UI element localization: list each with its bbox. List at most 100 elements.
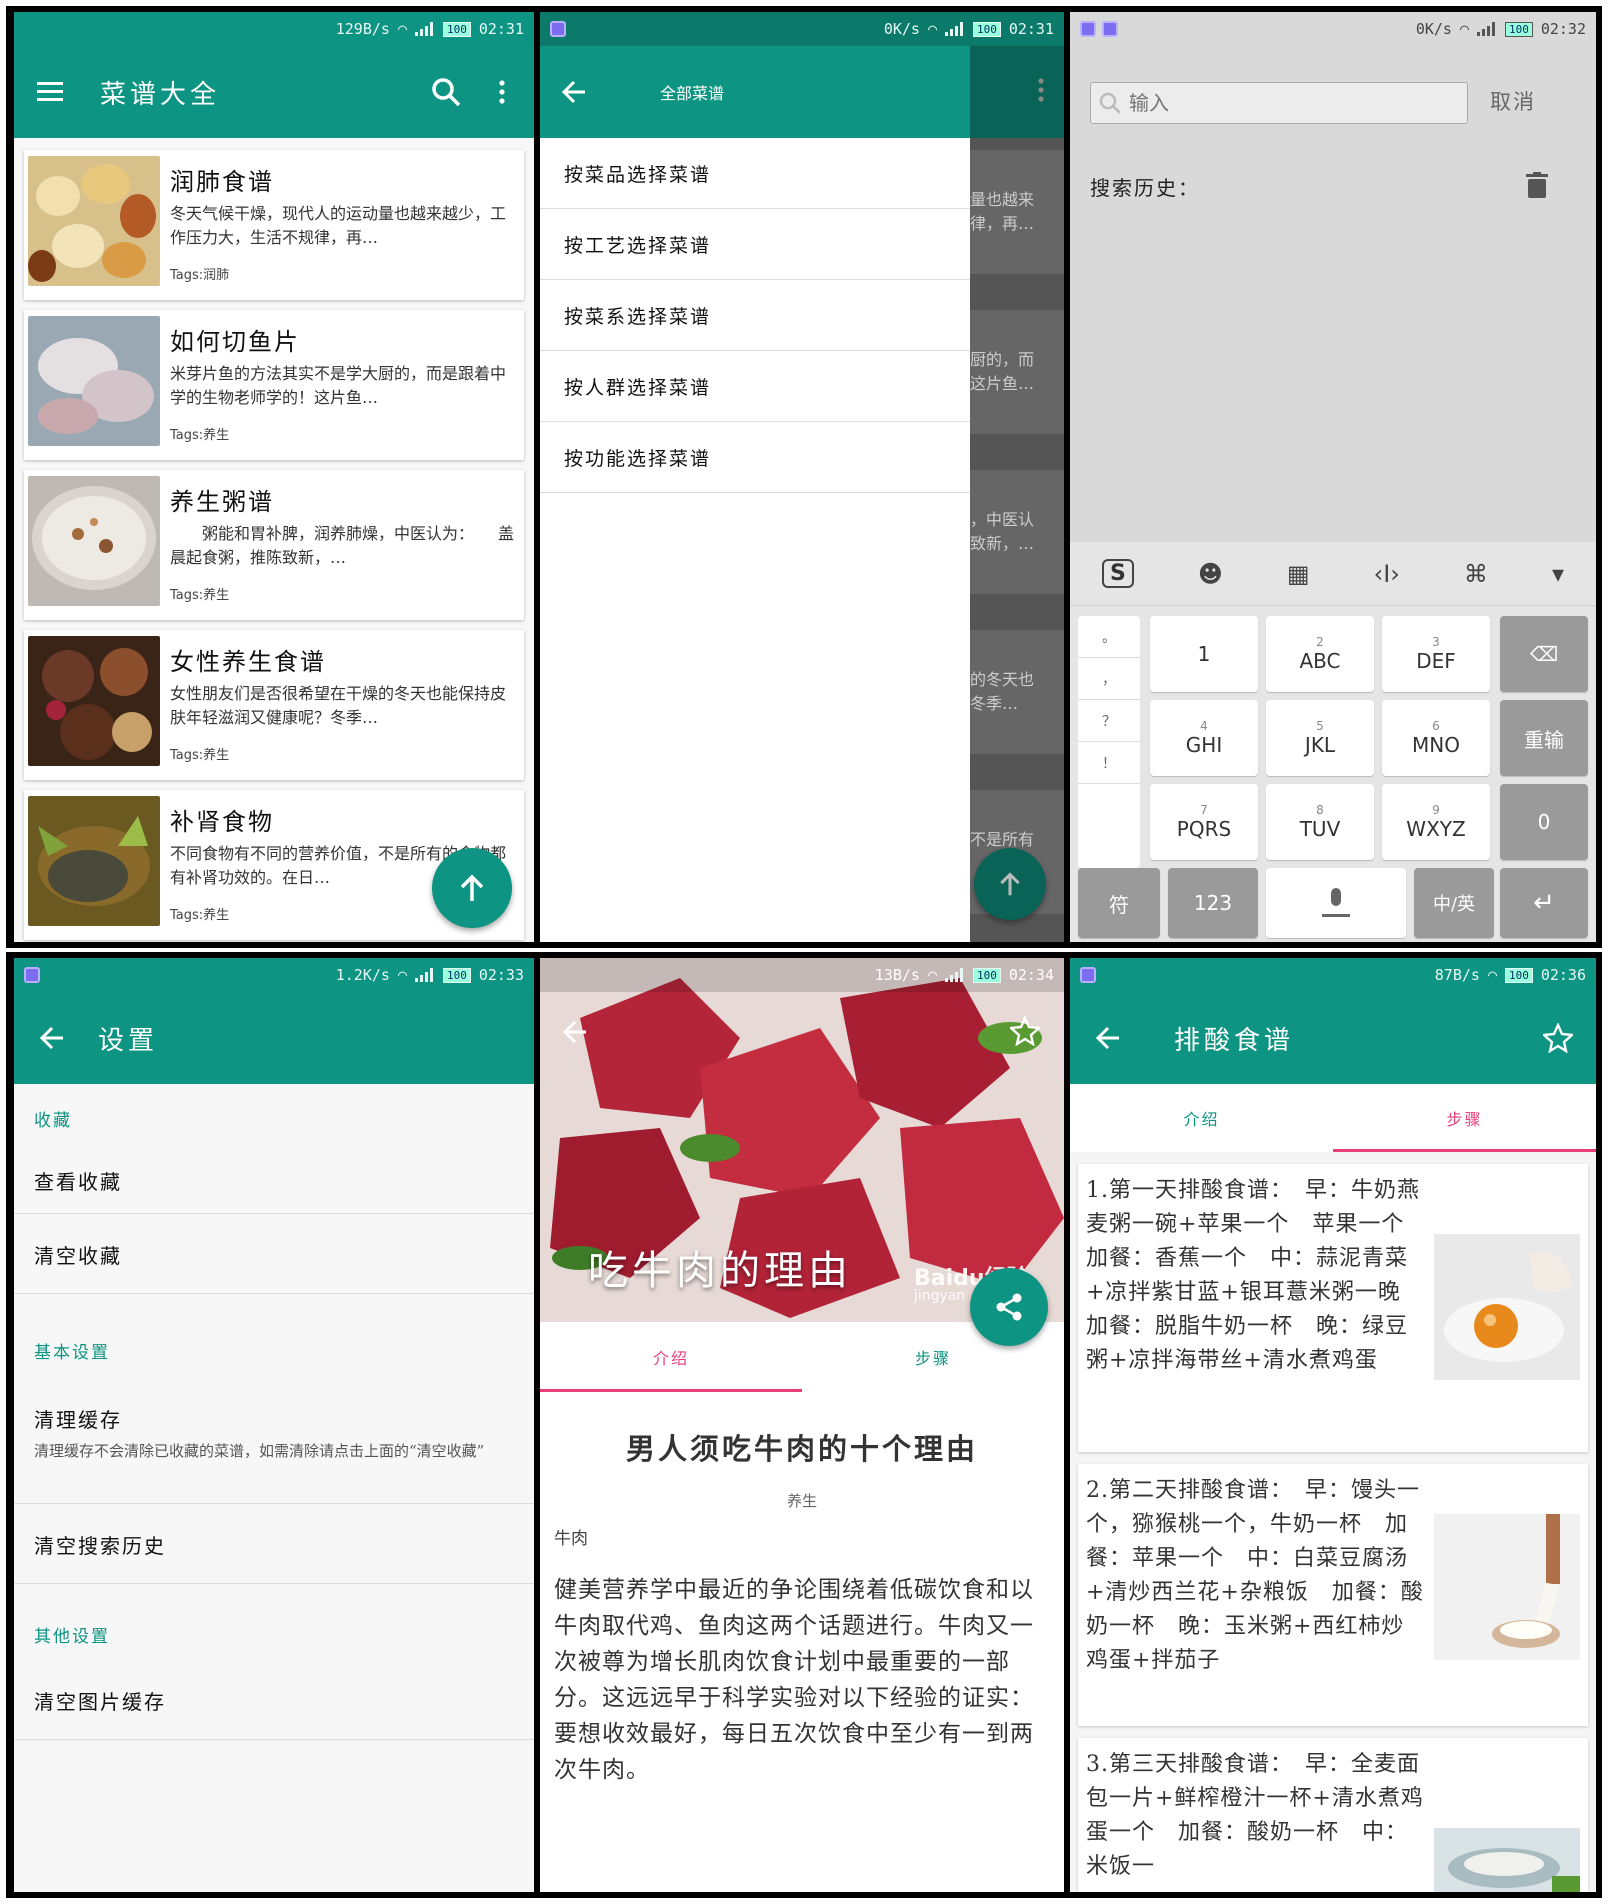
key-1[interactable]: 1 — [1150, 616, 1258, 692]
back-arrow-icon[interactable] — [546, 64, 602, 120]
key-6[interactable]: 6 MNO — [1382, 700, 1490, 776]
recipe-card[interactable]: 如何切鱼片 米芽片鱼的方法其实不是学大厨的，而是跟着中学的生物老师学的！这片鱼…… — [24, 310, 524, 460]
view-favorites-item[interactable]: 查看收藏 — [14, 1142, 534, 1214]
clear-image-cache-item[interactable]: 清空图片缓存 — [14, 1658, 534, 1740]
collapse-icon[interactable]: ▾ — [1552, 560, 1564, 588]
menu-item-by-dish[interactable]: 按菜品选择菜谱 — [540, 138, 970, 209]
clear-search-history-item[interactable]: 清空搜索历史 — [14, 1504, 534, 1584]
key-3[interactable]: 3 DEF — [1382, 616, 1490, 692]
section-favorites: 收藏 — [34, 1111, 72, 1131]
tab-steps[interactable]: 步骤 — [802, 1322, 1064, 1392]
search-field[interactable] — [1090, 82, 1468, 124]
recipe-title: 如何切鱼片 — [170, 328, 300, 356]
wifi-icon: ◠ — [1487, 966, 1497, 984]
clear-favorites-item[interactable]: 清空收藏 — [14, 1214, 534, 1294]
tab-intro[interactable]: 介绍 — [540, 1322, 802, 1392]
search-icon[interactable] — [418, 64, 474, 120]
key-2[interactable]: 2 ABC — [1266, 616, 1374, 692]
recipe-title: 养生粥谱 — [170, 488, 274, 516]
lang-switch-key[interactable]: 中/英 — [1414, 868, 1494, 938]
wifi-icon: ◠ — [397, 20, 407, 38]
recipe-card[interactable]: 养生粥谱 粥能和胃补脾，润养肺燥，中医认为： 盖晨起食粥，推陈致新，… Tags… — [24, 470, 524, 620]
enter-key[interactable]: ↵ — [1500, 868, 1588, 938]
command-icon[interactable]: ⌘ — [1464, 560, 1488, 588]
signal-icon — [414, 22, 435, 36]
microphone-icon — [1322, 888, 1350, 917]
key-7[interactable]: 7 PQRS — [1150, 784, 1258, 860]
clear-cache-description: 清理缓存不会清除已收藏的菜谱，如需清除请点击上面的“清空收藏” — [34, 1442, 485, 1460]
screen-recipe-steps: 87B/s ◠ 100 02:36 排酸食谱 介绍 步骤 1.第一天排酸食谱： … — [1070, 958, 1596, 1892]
scroll-top-button[interactable] — [432, 848, 512, 928]
menu-item-by-cuisine[interactable]: 按菜系选择菜谱 — [540, 280, 970, 351]
menu-item-by-technique[interactable]: 按工艺选择菜谱 — [540, 209, 970, 280]
status-bar: 0K/s ◠ 100 02:32 — [1070, 12, 1596, 46]
backspace-icon: ⌫ — [1529, 642, 1559, 666]
key-4[interactable]: 4 GHI — [1150, 700, 1258, 776]
dimmed-text: 厨的，而 这片鱼… — [970, 350, 1035, 393]
recipe-card[interactable]: 女性养生食谱 女性朋友们是否很希望在干燥的冬天也能保持皮肤年轻滋润又健康呢？冬季… — [24, 630, 524, 780]
key-5[interactable]: 5 JKL — [1266, 700, 1374, 776]
cursor-icon[interactable]: ‹I› — [1374, 560, 1400, 588]
key-9[interactable]: 9 WXYZ — [1382, 784, 1490, 860]
soft-keyboard: S ☻ ▦ ‹I› ⌘ ▾ 。 ， ？ ！ 1 2 ABC 3 DEF 4 GHI 5… — [1070, 542, 1596, 942]
wifi-icon: ◠ — [927, 966, 937, 984]
hamburger-icon[interactable] — [22, 64, 78, 120]
star-icon[interactable] — [1530, 1010, 1586, 1066]
space-key[interactable] — [1266, 868, 1406, 938]
tab-steps[interactable]: 步骤 — [1333, 1084, 1596, 1152]
retype-key[interactable]: 重输 — [1500, 700, 1588, 776]
punct-key[interactable]: ？ — [1078, 700, 1140, 742]
punct-key[interactable]: ！ — [1078, 742, 1140, 784]
step-image-egg — [1434, 1234, 1580, 1380]
step-card: 2.第二天排酸食谱： 早：馒头一个，猕猴桃一个，牛奶一杯 加餐：苹果一个 中：白… — [1078, 1464, 1588, 1726]
recipe-thumb-braised-fish — [28, 796, 160, 926]
screen-search: 0K/s ◠ 100 02:32 取消 搜索历史： S ☻ ▦ ‹I› ⌘ ▾ … — [1070, 12, 1596, 942]
sogou-logo-icon[interactable]: S — [1102, 559, 1134, 588]
recipe-title: 女性养生食谱 — [170, 648, 326, 676]
recipe-tags: Tags:养生 — [170, 908, 230, 923]
menu-item-by-function[interactable]: 按功能选择菜谱 — [540, 422, 970, 493]
backspace-key[interactable]: ⌫ — [1500, 616, 1588, 692]
recipe-card[interactable]: 润肺食谱 冬天气候干燥，现代人的运动量也越来越少，工作压力大，生活不规律，再… … — [24, 150, 524, 300]
navigation-drawer: 全部菜谱 按菜品选择菜谱 按工艺选择菜谱 按菜系选择菜谱 按人群选择菜谱 按功能… — [540, 46, 970, 942]
article-title: 男人须吃牛肉的十个理由 — [625, 1432, 978, 1466]
step-image-bread — [1434, 1828, 1580, 1892]
key-8[interactable]: 8 TUV — [1266, 784, 1374, 860]
punct-key[interactable]: 。 — [1078, 616, 1140, 658]
star-icon[interactable] — [1008, 1015, 1042, 1050]
back-arrow-icon[interactable] — [562, 1020, 588, 1048]
symbol-key[interactable]: 符 — [1078, 868, 1160, 938]
clear-cache-item[interactable]: 清理缓存 清理缓存不会清除已收藏的菜谱，如需清除请点击上面的“清空收藏” — [14, 1376, 534, 1504]
recipe-tags: Tags:养生 — [170, 748, 230, 763]
net-speed: 0K/s — [883, 20, 920, 38]
status-bar: 129B/s ◠ 100 02:31 — [14, 12, 534, 46]
step-card: 1.第一天排酸食谱： 早：牛奶燕麦粥一碗+苹果一个 苹果一个 加餐：香蕉一个 中… — [1078, 1164, 1588, 1452]
numeric-key[interactable]: 123 — [1168, 868, 1258, 938]
clock: 02:34 — [1008, 966, 1054, 984]
tab-intro[interactable]: 介绍 — [1070, 1084, 1333, 1152]
back-arrow-icon[interactable] — [1080, 1010, 1136, 1066]
keyboard-icon[interactable]: ▦ — [1287, 560, 1310, 588]
emoji-icon[interactable]: ☻ — [1198, 560, 1223, 588]
signal-icon — [1476, 22, 1497, 36]
battery-icon: 100 — [1504, 21, 1533, 37]
step-image-milk — [1434, 1514, 1580, 1660]
notification-icon — [1102, 21, 1118, 37]
page-title: 设置 — [98, 1025, 159, 1056]
more-vert-icon[interactable] — [474, 64, 530, 120]
search-input[interactable] — [1129, 91, 1429, 115]
cancel-button[interactable]: 取消 — [1490, 86, 1536, 116]
signal-icon — [944, 968, 965, 982]
step-text: 1.第一天排酸食谱： 早：牛奶燕麦粥一碗+苹果一个 苹果一个 加餐：香蕉一个 中… — [1086, 1178, 1428, 1373]
recipe-desc: 女性朋友们是否很希望在干燥的冬天也能保持皮肤年轻滋润又健康呢？冬季… — [170, 684, 507, 727]
recipe-title: 润肺食谱 — [170, 168, 274, 196]
trash-icon[interactable] — [1526, 172, 1548, 198]
net-speed: 1.2K/s — [335, 966, 390, 984]
wifi-icon: ◠ — [1459, 20, 1469, 38]
back-arrow-icon[interactable] — [24, 1010, 80, 1066]
punct-key[interactable]: ， — [1078, 658, 1140, 700]
menu-item-by-people[interactable]: 按人群选择菜谱 — [540, 351, 970, 422]
page-title: 菜谱大全 — [100, 79, 221, 110]
app-bar: 菜谱大全 — [14, 46, 534, 138]
key-0[interactable]: 0 — [1500, 784, 1588, 860]
